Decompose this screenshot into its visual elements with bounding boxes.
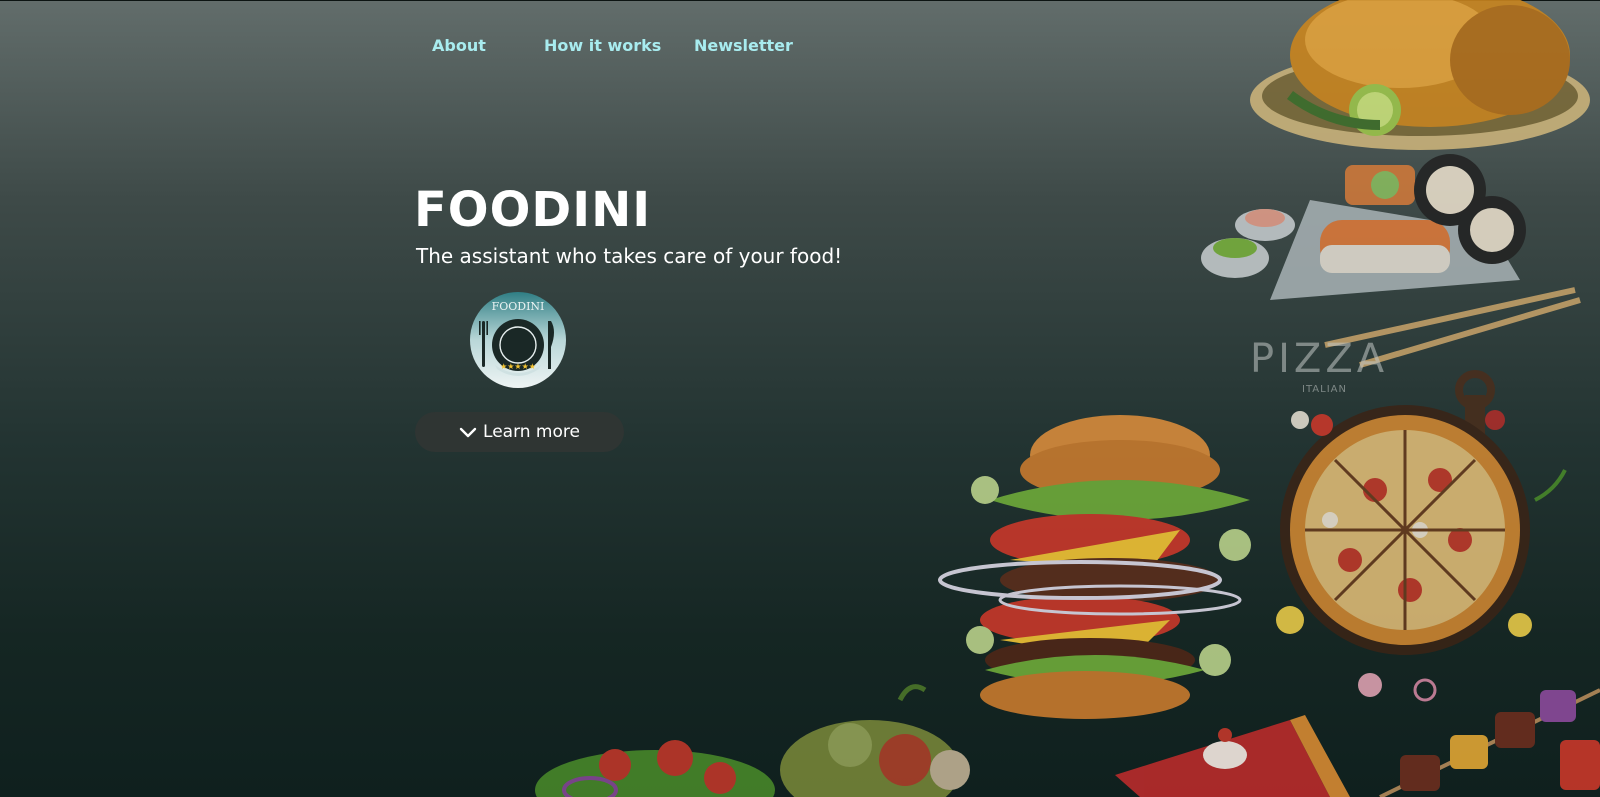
hero-title: FOODINI <box>414 182 652 238</box>
nav-link-how-it-works[interactable]: How it works <box>544 33 661 59</box>
logo-text: FOODINI <box>492 300 545 313</box>
food-illustration: PIZZA ITALIAN <box>535 0 1600 797</box>
svg-text:PIZZA: PIZZA <box>1250 336 1388 382</box>
pizza-lettering: PIZZA ITALIAN <box>1250 336 1388 395</box>
pie-slice-icon <box>1115 715 1350 797</box>
nav-link-newsletter[interactable]: Newsletter <box>694 33 793 59</box>
hero-subtitle: The assistant who takes care of your foo… <box>416 244 843 268</box>
top-border <box>0 0 1600 1</box>
foodini-logo: ★★★★★ FOODINI <box>470 292 566 388</box>
roast-chicken-icon <box>1250 0 1590 150</box>
learn-more-label: Learn more <box>483 422 580 442</box>
svg-text:★★★★★: ★★★★★ <box>500 362 536 371</box>
burger-icon <box>938 415 1251 719</box>
roasted-vegetables-icon <box>780 684 970 797</box>
salad-icon <box>535 740 775 797</box>
nav-link-about[interactable]: About <box>432 33 486 59</box>
svg-text:ITALIAN: ITALIAN <box>1302 384 1347 395</box>
kebab-icon <box>1379 688 1600 797</box>
pizza-icon <box>1276 370 1567 702</box>
sushi-icon <box>1201 154 1581 368</box>
learn-more-button[interactable]: Learn more <box>415 412 624 452</box>
main-nav: About How it works Newsletter <box>0 33 1000 59</box>
chevron-down-icon <box>459 427 477 438</box>
